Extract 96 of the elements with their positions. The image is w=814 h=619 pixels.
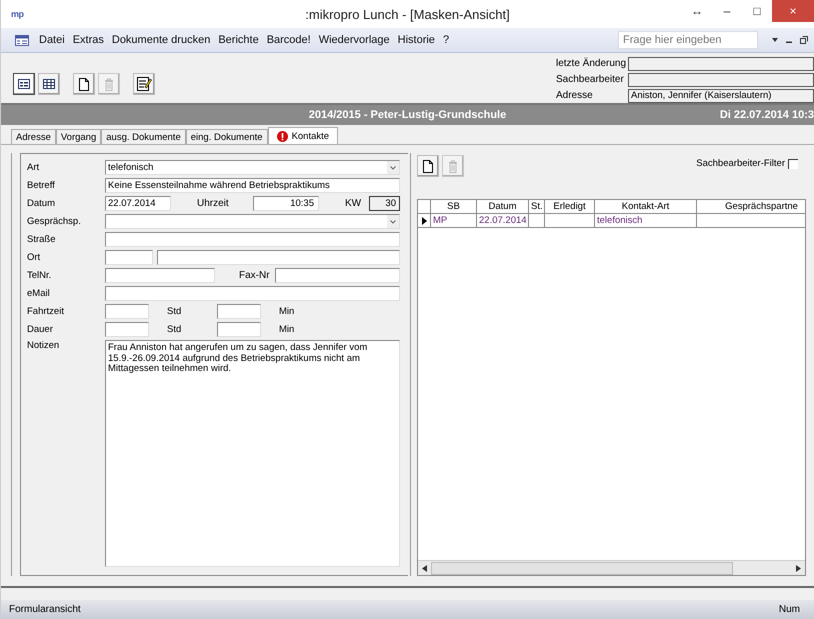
menu-item[interactable]: Wiedervorlage (318, 34, 390, 46)
unit-label: Std (166, 306, 182, 317)
minimize-button[interactable]: – (712, 0, 742, 22)
email-field[interactable] (105, 286, 400, 301)
menu-item[interactable]: Dokumente drucken (112, 34, 210, 46)
resize-button[interactable]: ↔ (682, 0, 712, 22)
menu-item[interactable]: Historie (398, 34, 435, 46)
field-label: Betreff (27, 180, 56, 191)
date-time: Di 22.07.2014 10:3 (720, 109, 814, 121)
column-header[interactable]: St. (529, 200, 545, 213)
field-label: Ort (27, 252, 42, 263)
fax-field[interactable] (275, 268, 400, 283)
week-number-field: 30 (369, 196, 400, 211)
column-header[interactable]: Datum (477, 200, 529, 213)
table-view-button[interactable] (38, 73, 60, 95)
view-mode-text: Formularansicht (9, 604, 81, 615)
app-logo: mp (11, 9, 24, 19)
close-button[interactable]: × (772, 0, 814, 22)
field-label: TelNr. (27, 270, 52, 281)
menu-item[interactable]: Berichte (218, 34, 259, 46)
maximize-button[interactable]: □ (742, 0, 772, 22)
filter-label: Sachbearbeiter-Filter (696, 158, 785, 169)
tab[interactable]: ausg. Dokumente (101, 129, 186, 144)
school-title: 2014/2015 - Peter-Lustig-Grundschule (308, 109, 508, 121)
edit-button[interactable] (133, 73, 155, 95)
phone-field[interactable] (105, 268, 215, 283)
minutes-field[interactable] (217, 304, 261, 319)
table-cell: 22.07.2014 (477, 214, 529, 227)
form-view-button[interactable] (13, 73, 35, 95)
field-label: Gesprächsp. (27, 216, 82, 227)
horizontal-scrollbar[interactable] (418, 560, 805, 575)
table-cell: MP (431, 214, 477, 227)
column-header[interactable]: Kontakt-Art (595, 200, 697, 213)
filter-checkbox[interactable] (788, 159, 798, 169)
alert-icon (276, 130, 288, 142)
unit-label: Min (278, 324, 296, 335)
unit-label: Min (278, 306, 296, 317)
restore-icon[interactable] (800, 36, 808, 44)
field-label: letzte Änderung (556, 58, 628, 69)
menu-item[interactable]: ? (442, 34, 450, 46)
field-label: Straße (27, 234, 57, 245)
table-cell: telefonisch (595, 214, 697, 227)
table-view-icon (43, 79, 55, 89)
new-page-icon (79, 78, 89, 90)
menu-item[interactable]: Extras (72, 34, 104, 46)
form-icon (15, 34, 29, 46)
time-field[interactable]: 10:35 (253, 196, 319, 211)
scroll-right-icon (796, 564, 801, 572)
scroll-thumb[interactable] (431, 562, 733, 574)
new-button[interactable] (417, 155, 439, 177)
table-row[interactable]: MP 22.07.2014 telefonisch (418, 214, 805, 228)
street-field[interactable] (105, 232, 400, 247)
num-lock-indicator: Num (778, 604, 800, 615)
column-header[interactable]: SB (431, 200, 477, 213)
hours-field[interactable] (105, 322, 149, 337)
window-title: :mikropro Lunch - [Masken-Ansicht] (304, 6, 511, 22)
dropdown-arrow-icon[interactable] (772, 38, 778, 42)
unit-label: Std (166, 324, 182, 335)
subject-field[interactable]: Keine Essensteilnahme während Betriebspraktikums (105, 178, 400, 193)
field-label: Dauer (27, 324, 54, 335)
field-label: Notizen (27, 340, 60, 351)
help-search-field[interactable]: Frage hier eingeben (618, 31, 758, 49)
notes-field[interactable]: Frau Anniston hat angerufen um zu sagen, dass Jennifer vom 15.9.-26.09.2014 aufgrund des Betriebspraktikums nicht am Mittagessen teilnehmen wird. (105, 340, 400, 567)
city-field[interactable] (157, 250, 400, 265)
field-label: Datum (27, 198, 56, 209)
field-label: Adresse (556, 90, 594, 101)
new-button[interactable] (73, 73, 95, 95)
tab[interactable]: eing. Dokumente (186, 129, 268, 144)
menu-item[interactable]: Datei (39, 34, 65, 46)
field-label: eMail (27, 288, 51, 299)
trash-icon (104, 78, 114, 90)
contact-person-dropdown[interactable] (105, 214, 400, 229)
column-header[interactable]: Gesprächspartne (697, 200, 805, 213)
tab[interactable]: Vorgang (56, 129, 102, 144)
column-header[interactable]: Erledigt (545, 200, 595, 213)
tab[interactable]: Kontakte (268, 127, 338, 144)
postal-code-field[interactable] (105, 250, 153, 265)
date-field[interactable]: 22.07.2014 (105, 196, 171, 211)
form-view-icon (18, 79, 30, 89)
menu-item[interactable]: Barcode! (266, 34, 311, 46)
info-field: Aniston, Jennifer (Kaiserslautern) (628, 88, 814, 102)
field-label: Uhrzeit (197, 198, 230, 209)
trash-icon (448, 160, 458, 172)
type-dropdown[interactable]: telefonisch (105, 160, 400, 175)
current-row-icon (422, 216, 426, 224)
field-label: Fahrtzeit (27, 306, 65, 317)
scroll-left-icon (422, 564, 427, 572)
edit-form-icon (136, 76, 152, 92)
new-page-icon (423, 160, 433, 172)
hours-field[interactable] (105, 304, 149, 319)
minutes-field[interactable] (217, 322, 261, 337)
tab[interactable]: Adresse (11, 129, 56, 144)
field-label: Art (27, 162, 40, 173)
field-label: KW (345, 198, 362, 209)
field-label: Fax-Nr (239, 270, 271, 281)
field-label: Sachbearbeiter (556, 74, 625, 85)
